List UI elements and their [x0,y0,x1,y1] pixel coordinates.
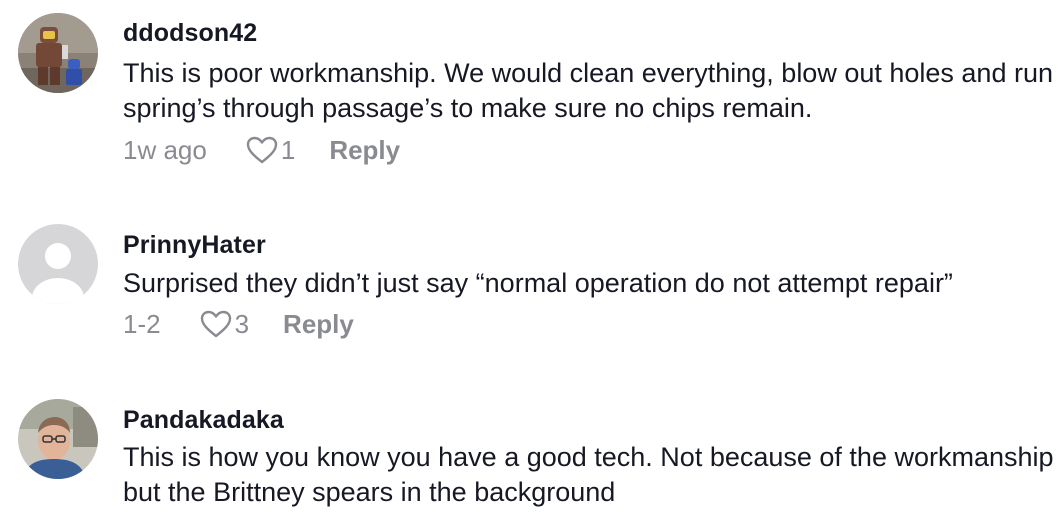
avatar[interactable] [18,13,98,93]
avatar[interactable] [18,224,98,304]
username[interactable]: ddodson42 [123,19,257,48]
heart-icon [200,310,231,338]
comment-text: Surprised they didn’t just say “normal o… [123,268,953,298]
like-button[interactable]: 1 [245,135,295,166]
man-with-glasses-photo-icon [18,399,98,479]
default-person-icon [18,224,98,304]
comment-text: This is how you know you have a good tec… [123,442,1054,507]
timestamp: 1w ago [123,134,207,165]
like-button[interactable]: 3 [199,309,249,340]
lego-astronaut-photo-icon [18,13,98,93]
comment-meta: 1w ago 1 Reply [123,133,400,167]
like-count: 3 [234,308,250,339]
comment-item: ddodson42 This is poor workmanship. We w… [0,0,1062,180]
timestamp: 1-2 [123,308,161,339]
like-count: 1 [280,134,296,165]
comment-meta: 1-2 3 Reply [123,307,354,341]
comment-text: This is poor workmanship. We would clean… [123,58,1053,123]
comment-item: PrinnyHater Surprised they didn’t just s… [0,180,1062,370]
reply-button[interactable]: Reply [329,135,400,166]
avatar[interactable] [18,399,98,479]
username[interactable]: Pandakadaka [123,406,284,435]
reply-button[interactable]: Reply [283,309,354,340]
comment-item: Pandakadaka This is how you know you hav… [0,370,1062,518]
username[interactable]: PrinnyHater [123,231,266,260]
heart-icon [246,136,278,164]
